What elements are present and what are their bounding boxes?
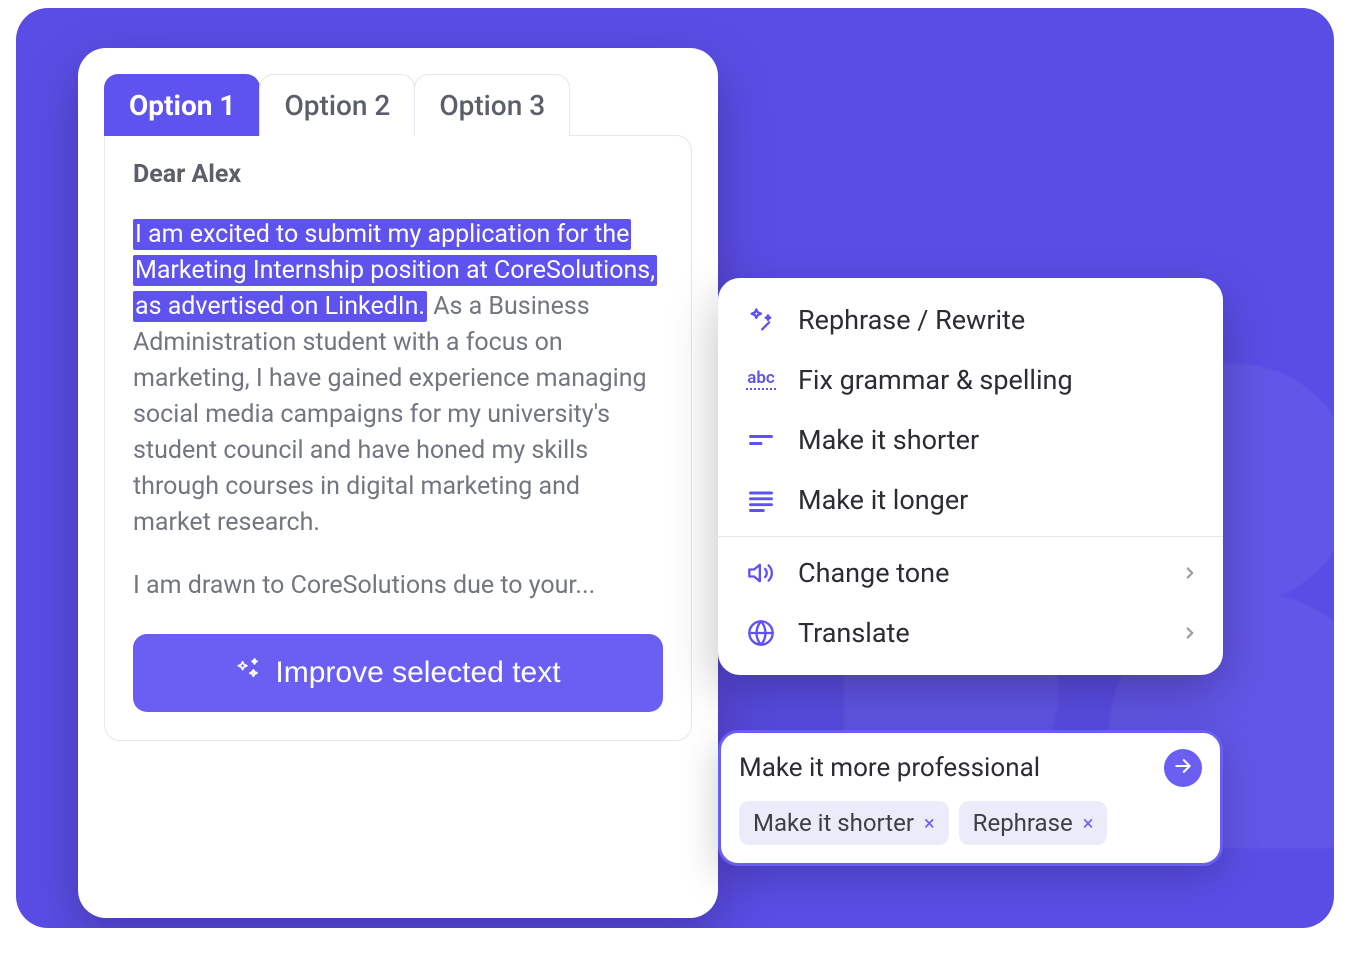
- chip-make-shorter[interactable]: Make it shorter ×: [739, 801, 949, 845]
- editor-pane: Dear Alex I am excited to submit my appl…: [104, 135, 692, 741]
- greeting-text: Dear Alex: [133, 160, 663, 189]
- menu-item-label: Make it shorter: [798, 424, 979, 456]
- menu-item-shorter[interactable]: Make it shorter: [718, 410, 1223, 470]
- sparkles-icon: [235, 656, 261, 690]
- arrow-right-icon: [1173, 756, 1193, 780]
- menu-item-label: Translate: [798, 617, 910, 649]
- prompt-input[interactable]: Make it more professional: [739, 753, 1040, 783]
- menu-item-grammar[interactable]: abc Fix grammar & spelling: [718, 350, 1223, 410]
- menu-item-label: Make it longer: [798, 484, 968, 516]
- sparkles-icon: [746, 305, 776, 335]
- body-text[interactable]: I am excited to submit my application fo…: [133, 217, 663, 541]
- prompt-submit-button[interactable]: [1164, 749, 1202, 787]
- menu-item-translate[interactable]: Translate: [718, 603, 1223, 663]
- app-stage: Option 1 Option 2 Option 3 Dear Alex I a…: [16, 8, 1334, 928]
- context-menu: Rephrase / Rewrite abc Fix grammar & spe…: [718, 278, 1223, 675]
- menu-item-rephrase[interactable]: Rephrase / Rewrite: [718, 290, 1223, 350]
- option-tabs: Option 1 Option 2 Option 3: [104, 74, 692, 136]
- chip-remove-icon[interactable]: ×: [1083, 813, 1094, 833]
- chip-label: Make it shorter: [753, 809, 914, 837]
- tab-option-1[interactable]: Option 1: [104, 74, 260, 136]
- menu-item-longer[interactable]: Make it longer: [718, 470, 1223, 530]
- menu-item-change-tone[interactable]: Change tone: [718, 543, 1223, 603]
- longer-icon: [746, 485, 776, 515]
- menu-item-label: Change tone: [798, 557, 949, 589]
- chip-rephrase[interactable]: Rephrase ×: [959, 801, 1108, 845]
- applied-chips: Make it shorter × Rephrase ×: [739, 801, 1202, 845]
- custom-prompt-panel: Make it more professional Make it shorte…: [718, 730, 1223, 866]
- shorter-icon: [746, 425, 776, 455]
- improve-selected-label: Improve selected text: [275, 656, 560, 690]
- menu-item-label: Rephrase / Rewrite: [798, 304, 1025, 336]
- chip-remove-icon[interactable]: ×: [924, 813, 935, 833]
- improve-selected-button[interactable]: Improve selected text: [133, 634, 663, 712]
- chevron-right-icon: [1181, 557, 1199, 589]
- globe-icon: [746, 618, 776, 648]
- speaker-icon: [746, 558, 776, 588]
- menu-divider: [718, 536, 1223, 537]
- abc-icon: abc: [746, 365, 776, 395]
- body-tail: I am drawn to CoreSolutions due to your.…: [133, 571, 663, 600]
- tab-option-2[interactable]: Option 2: [259, 74, 415, 136]
- chevron-right-icon: [1181, 617, 1199, 649]
- menu-item-label: Fix grammar & spelling: [798, 364, 1073, 396]
- editor-card: Option 1 Option 2 Option 3 Dear Alex I a…: [78, 48, 718, 918]
- prompt-head: Make it more professional: [739, 749, 1202, 787]
- tab-option-3[interactable]: Option 3: [414, 74, 570, 136]
- chip-label: Rephrase: [973, 809, 1073, 837]
- body-rest: As a Business Administration student wit…: [133, 292, 647, 537]
